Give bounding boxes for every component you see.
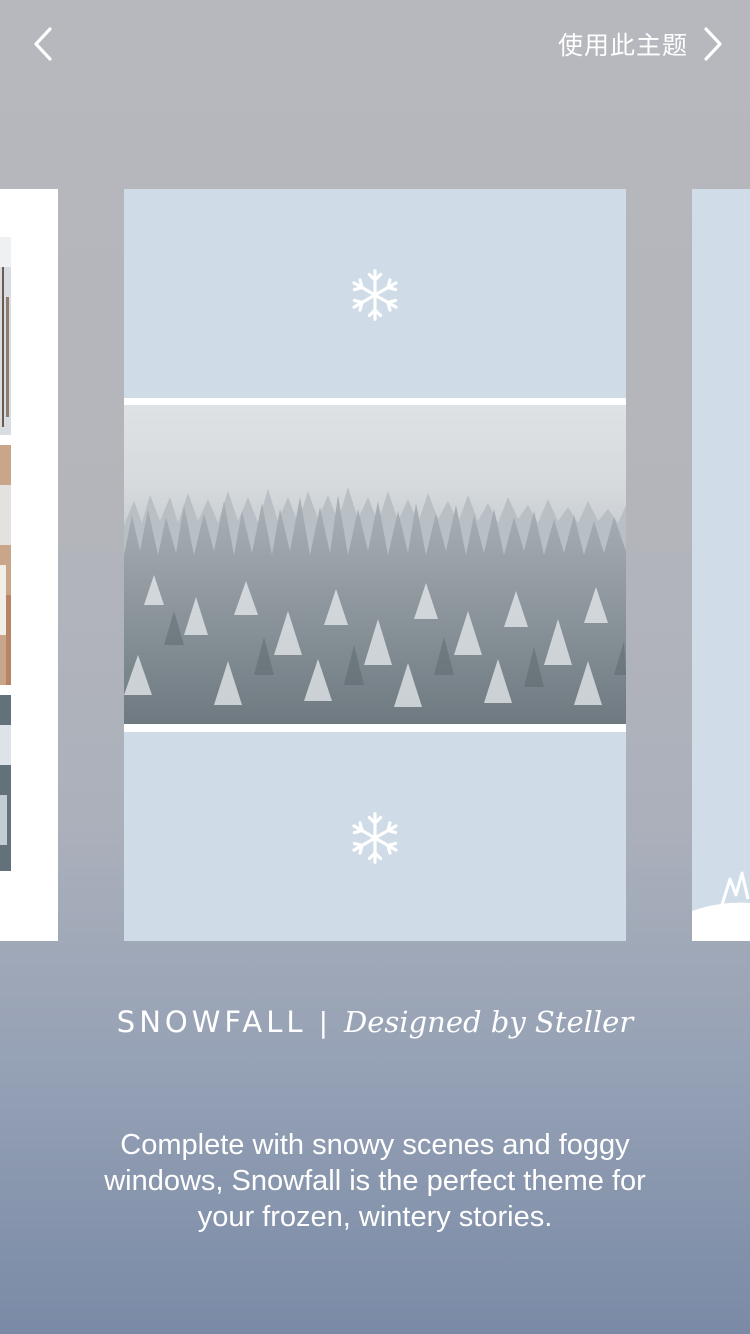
top-panel: [124, 189, 626, 398]
prev-card-photo-middle: [0, 445, 11, 685]
snowflake-icon: [352, 812, 398, 864]
snowfall-theme-card[interactable]: [124, 189, 626, 941]
mountain-icon: [692, 871, 750, 941]
snowy-forest-photo: [124, 405, 626, 724]
chevron-right-icon: [704, 27, 722, 61]
theme-carousel[interactable]: [0, 189, 750, 941]
next-theme-card[interactable]: [692, 189, 750, 941]
prev-card-photo-top: [0, 237, 11, 435]
back-button[interactable]: [22, 22, 66, 66]
bottom-panel: [124, 732, 626, 941]
theme-title: SNOWFALL | Designed by Steller: [0, 1005, 750, 1039]
theme-designer: Designed by Steller: [344, 1005, 634, 1039]
use-theme-label: 使用此主题: [557, 31, 688, 60]
forest-image: [124, 405, 626, 724]
use-theme-button[interactable]: 使用此主题: [558, 22, 726, 66]
snowflake-icon: [352, 269, 398, 321]
previous-theme-card[interactable]: [0, 189, 58, 941]
theme-name: SNOWFALL: [116, 1005, 307, 1039]
chevron-left-icon: [34, 27, 52, 61]
prev-card-photo-bottom: [0, 695, 11, 871]
theme-description: Complete with snowy scenes and foggy win…: [104, 1129, 646, 1233]
title-separator: |: [318, 1005, 329, 1039]
top-bar: 使用此主题: [0, 0, 750, 90]
